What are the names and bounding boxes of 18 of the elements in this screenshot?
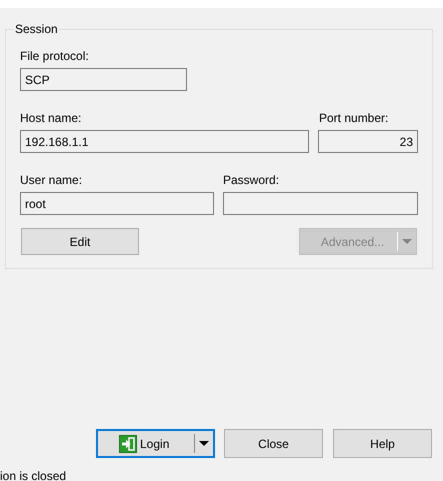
field-label: Host name: [20,110,82,126]
field-label: Port number: [319,110,390,126]
login-icon [119,434,137,452]
input-field[interactable]: 192.168.1.1 [20,130,309,153]
caret-icon [199,441,209,446]
input-field[interactable]: root [20,192,214,215]
login-button[interactable]: Login [96,429,215,458]
status-text: ion is closed [0,469,68,481]
field-label: File protocol: [20,48,90,64]
input-field[interactable]: SCP [20,68,187,91]
field-label: Password: [223,172,280,188]
password-field[interactable] [223,192,418,215]
help-button[interactable]: Help [333,429,432,458]
input-field[interactable]: 23 [318,130,418,153]
caret-icon [402,239,412,244]
close-button[interactable]: Close [224,429,323,458]
field-label: User name: [20,172,84,188]
edit-button[interactable]: Edit [21,228,139,255]
